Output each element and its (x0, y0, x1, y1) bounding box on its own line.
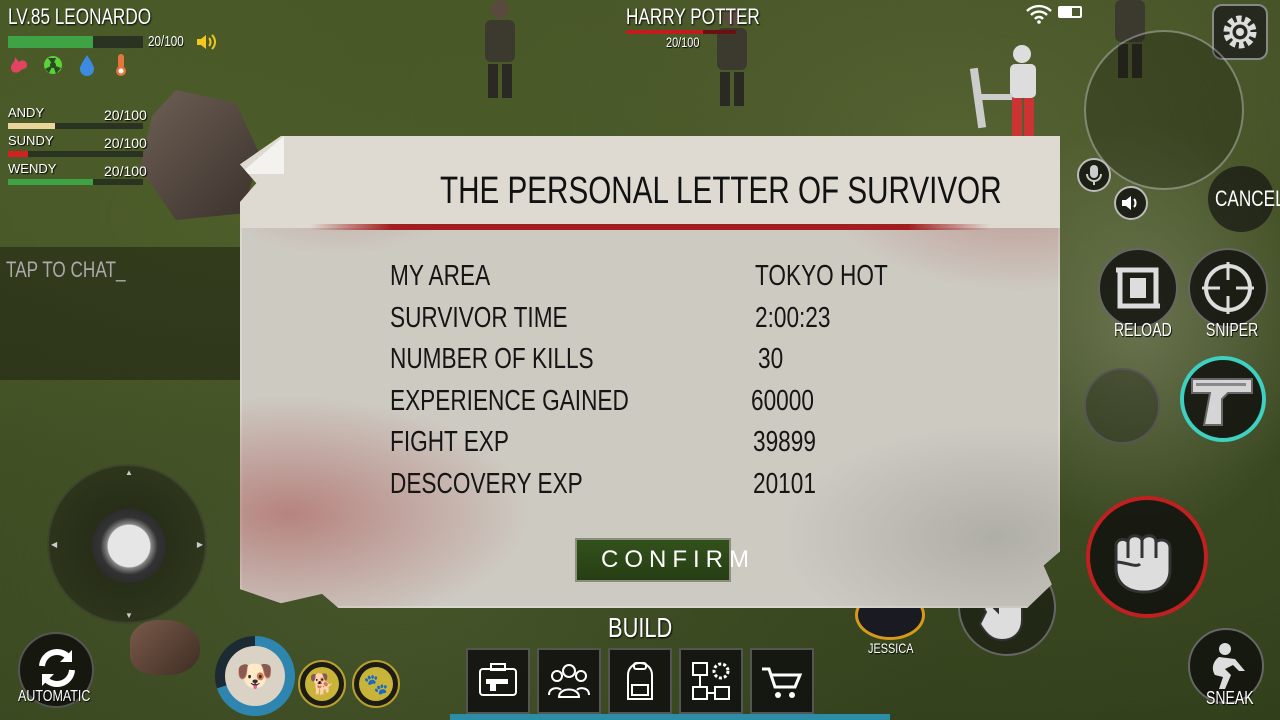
sniper-label: SNIPER (1206, 320, 1259, 340)
stat-value-kills: 30 (758, 343, 784, 375)
stat-label-discovery-exp: DESCOVERY EXP (390, 468, 583, 500)
wifi-icon (1026, 4, 1052, 24)
party-member-bar (8, 179, 143, 185)
party-member-bar (8, 123, 143, 129)
party-member-hp: 20/100 (104, 163, 147, 179)
party-member-bar (8, 151, 143, 157)
pet-sit-button[interactable]: 🐾 (352, 660, 400, 708)
companion-name: JESSICA (868, 640, 914, 656)
sneak-label: SNEAK (1206, 688, 1254, 708)
stat-value-experience: 60000 (751, 385, 814, 417)
pet-attack-button[interactable]: 🐕 (298, 660, 346, 708)
party-member[interactable]: SUNDY 20/100 (8, 133, 148, 161)
stat-label-kills: NUMBER OF KILLS (390, 343, 594, 375)
microphone-button[interactable] (1077, 158, 1111, 192)
party-member[interactable]: WENDY 20/100 (8, 161, 148, 189)
target-health-text: 20/100 (666, 34, 700, 50)
reload-label: RELOAD (1114, 320, 1172, 340)
pet-portrait[interactable]: 🐶 (215, 636, 295, 716)
dog-sit-icon: 🐾 (359, 667, 393, 701)
dialog-title: THE PERSONAL LETTER OF SURVIVOR (440, 170, 1002, 212)
speaker-off-icon (1122, 196, 1137, 210)
build-label[interactable]: BUILD (608, 612, 690, 644)
water-drop-icon (76, 54, 98, 76)
player-health-bar (8, 36, 143, 48)
movement-joystick[interactable]: ▲ ▼ ◀ ▶ (47, 464, 207, 624)
survivor-letter-dialog: THE PERSONAL LETTER OF SURVIVOR MY AREA … (240, 136, 1060, 608)
sound-toggle-button[interactable] (1114, 186, 1148, 220)
stat-value-discovery-exp: 20101 (753, 468, 816, 500)
stat-value-time: 2:00:23 (755, 302, 831, 334)
thermometer-icon (110, 54, 132, 76)
cancel-button[interactable]: CANCEL (1208, 166, 1280, 232)
radiation-icon (42, 54, 64, 76)
stat-value-fight-exp: 39899 (753, 426, 816, 458)
bottom-toolbar (466, 648, 814, 714)
bulldog-icon: 🐶 (225, 646, 285, 706)
weapons-button[interactable] (466, 648, 530, 714)
reload-button[interactable] (1098, 248, 1178, 328)
party-member-name: WENDY (8, 161, 57, 176)
automatic-label: AUTOMATIC (18, 688, 91, 705)
party-member-name: ANDY (8, 105, 45, 120)
battery-icon (1058, 6, 1082, 18)
survival-stats (8, 54, 132, 76)
soldier-character (969, 45, 1036, 136)
joystick-up-arrow: ▲ (125, 468, 133, 477)
pistol-case-icon (479, 663, 517, 696)
small-rock (130, 620, 200, 675)
party-list: ANDY 20/100 SUNDY 20/100 WENDY 20/100 (8, 105, 148, 189)
backpack-icon (627, 662, 653, 700)
target-name: HARRY POTTER (626, 4, 760, 29)
gear-icon (1223, 15, 1257, 49)
stat-label-area: MY AREA (390, 260, 491, 292)
bottom-accent-strip (450, 714, 890, 720)
joystick-left-arrow: ◀ (51, 540, 58, 549)
player-name-level: LV.85 LEONARDO (8, 4, 152, 29)
refresh-icon (39, 649, 75, 687)
stomach-icon (8, 54, 30, 76)
pistol-icon (1191, 378, 1253, 426)
empty-slot-button[interactable] (1084, 368, 1160, 444)
blueprint-gear-icon (692, 662, 730, 700)
team-button[interactable] (537, 648, 601, 714)
sniper-button[interactable] (1188, 248, 1268, 328)
chat-box[interactable]: TAP TO CHAT_ (0, 247, 240, 380)
zombie-character[interactable] (480, 0, 520, 100)
chat-placeholder[interactable]: TAP TO CHAT_ (6, 257, 159, 283)
confirm-button[interactable]: CONFIRM (575, 538, 749, 582)
inventory-button[interactable] (608, 648, 672, 714)
melee-attack-button[interactable] (1086, 496, 1208, 618)
cart-icon (762, 667, 803, 698)
crouch-icon (1212, 643, 1245, 689)
stat-label-time: SURVIVOR TIME (390, 302, 568, 334)
speaker-icon[interactable] (194, 30, 218, 54)
dog-run-icon: 🐕 (305, 667, 339, 701)
group-icon (548, 664, 590, 698)
stat-value-area: TOKYO HOT (755, 260, 888, 292)
fist-icon (1114, 534, 1172, 594)
party-member-name: SUNDY (8, 133, 54, 148)
settings-button[interactable] (1212, 4, 1268, 60)
party-member-hp: 20/100 (104, 107, 147, 123)
party-member[interactable]: ANDY 20/100 (8, 105, 148, 133)
joystick-down-arrow: ▼ (125, 611, 133, 620)
pistol-weapon-button[interactable] (1180, 356, 1266, 442)
joystick-knob[interactable] (92, 509, 166, 583)
dialog-divider (310, 224, 990, 230)
joystick-right-arrow: ▶ (196, 540, 203, 549)
crafting-button[interactable] (679, 648, 743, 714)
player-health-text: 20/100 (148, 33, 184, 50)
stat-label-fight-exp: FIGHT EXP (390, 426, 509, 458)
microphone-icon (1086, 165, 1102, 185)
player-health: 20/100 (8, 33, 218, 50)
reload-icon (1116, 267, 1160, 309)
shop-button[interactable] (750, 648, 814, 714)
party-member-hp: 20/100 (104, 135, 147, 151)
crosshair-icon (1202, 262, 1254, 314)
stat-label-experience: EXPERIENCE GAINED (390, 385, 629, 417)
